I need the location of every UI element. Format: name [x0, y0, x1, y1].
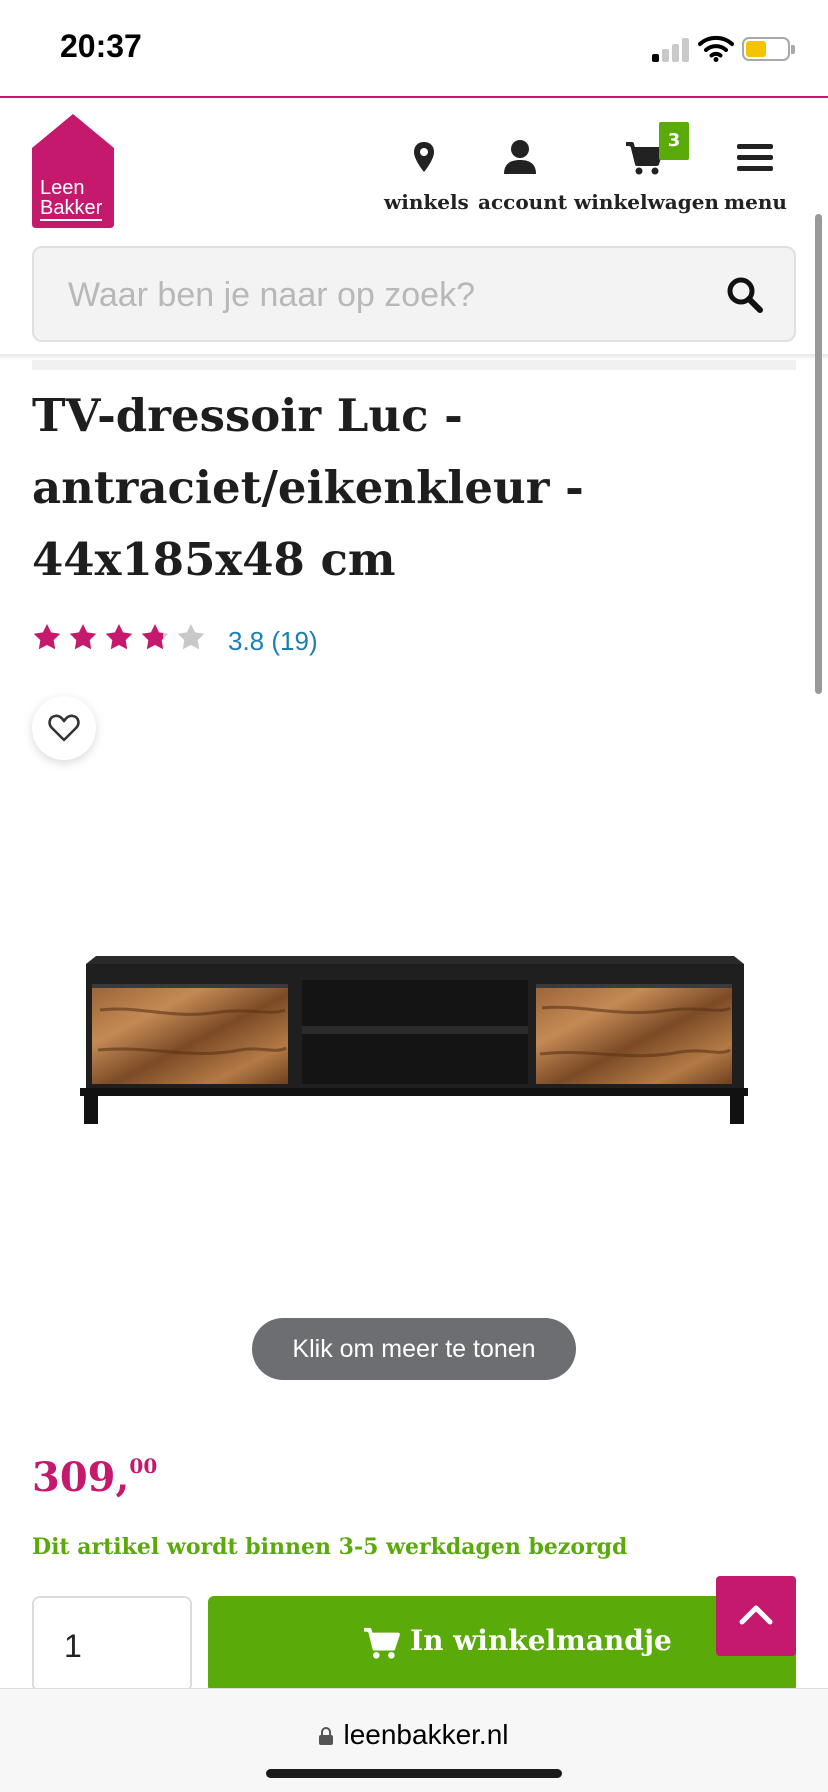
- nav-cart-label: winkelwagen: [574, 190, 719, 214]
- battery-icon: [742, 37, 795, 61]
- price-cents: 00: [129, 1454, 158, 1478]
- logo-line1: Leen: [40, 177, 85, 199]
- url-display[interactable]: leenbakker.nl: [0, 1719, 828, 1751]
- signal-icon: [652, 38, 690, 62]
- url-text: leenbakker.nl: [343, 1719, 509, 1750]
- status-bar: 20:37: [0, 0, 828, 96]
- cart-icon: [626, 142, 664, 175]
- add-to-cart-label: In winkelmandje: [410, 1624, 672, 1657]
- divider: [32, 360, 796, 370]
- back-to-top-button[interactable]: [716, 1576, 796, 1656]
- show-more-button[interactable]: Klik om meer te tonen: [252, 1318, 576, 1380]
- browser-address-bar[interactable]: leenbakker.nl: [0, 1688, 828, 1792]
- cart-count-badge: 3: [659, 122, 689, 160]
- chevron-up-icon: [739, 1605, 773, 1625]
- add-to-cart-button[interactable]: In winkelmandje: [208, 1596, 796, 1692]
- search-placeholder: Waar ben je naar op zoek?: [68, 276, 475, 314]
- product-title: TV-dressoir Luc - antraciet/eikenkleur -…: [32, 389, 584, 586]
- search-input[interactable]: Waar ben je naar op zoek?: [32, 246, 796, 342]
- nav-menu-label: menu: [724, 190, 787, 214]
- lock-icon: [319, 1727, 334, 1745]
- logo-text: Leen Bakker: [40, 177, 103, 221]
- price-main: 309,: [32, 1454, 130, 1501]
- home-indicator[interactable]: [266, 1769, 562, 1778]
- nav-account-label: account: [478, 190, 567, 214]
- rating-stars: [33, 624, 205, 650]
- logo-line2: Bakker: [40, 197, 103, 221]
- wifi-icon: [698, 35, 734, 62]
- scrollbar[interactable]: [815, 214, 822, 694]
- delivery-info: Dit artikel wordt binnen 3-5 werkdagen b…: [32, 1534, 628, 1560]
- product-image[interactable]: [80, 950, 748, 1140]
- hamburger-icon: [737, 144, 773, 171]
- nav-winkels-label: winkels: [384, 190, 469, 214]
- nav-winkels[interactable]: winkels: [384, 138, 469, 214]
- nav-cart[interactable]: 3 winkelwagen: [574, 122, 719, 214]
- rating-label[interactable]: 3.8 (19): [228, 626, 318, 657]
- search-icon[interactable]: [726, 276, 764, 314]
- location-pin-icon: [414, 142, 434, 172]
- site-header: Leen Bakker winkels account 3 winkelwage…: [0, 96, 828, 354]
- product-price: 309,00: [32, 1454, 157, 1501]
- cart-icon: [364, 1627, 400, 1659]
- user-icon: [504, 140, 536, 174]
- nav-account[interactable]: account: [478, 138, 567, 214]
- quantity-input[interactable]: 1: [32, 1596, 192, 1692]
- favorite-button[interactable]: [32, 696, 96, 760]
- heart-icon: [48, 714, 80, 742]
- status-time: 20:37: [60, 28, 142, 64]
- nav-menu[interactable]: menu: [724, 138, 787, 214]
